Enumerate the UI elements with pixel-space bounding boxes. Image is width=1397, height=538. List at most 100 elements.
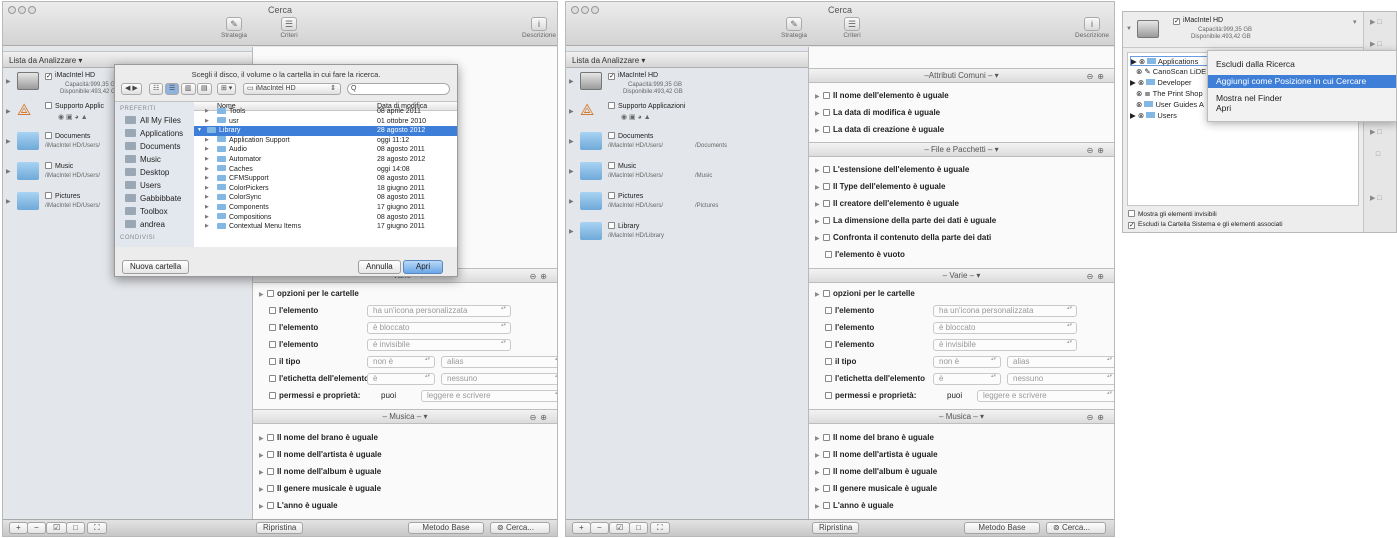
finder-button[interactable]: ⛶: [650, 522, 670, 534]
file-row[interactable]: ▶ Compositions 08 agosto 2011: [194, 213, 457, 223]
label-row[interactable]: l'etichetta dell'elementoènessuno: [269, 372, 557, 386]
check-button[interactable]: ☑: [609, 522, 631, 534]
strategy-button[interactable]: ✎ Strategia: [779, 17, 809, 39]
disclosure-triangle-icon[interactable]: ▶: [6, 78, 11, 85]
location-popup[interactable]: ▭ iMacIntel HD ⇕: [243, 83, 341, 95]
support-checkbox[interactable]: [608, 102, 615, 109]
disclosure-triangle-icon[interactable]: ▶: [6, 138, 11, 145]
remove-button[interactable]: −: [590, 522, 609, 534]
file-row[interactable]: ▶ CFMSupport 08 agosto 2011: [194, 174, 457, 184]
documents-item[interactable]: ▶ Documents /iMacIntel HD/Users//Documen…: [566, 128, 808, 158]
type-operator-popup[interactable]: non è: [367, 356, 435, 368]
library-checkbox[interactable]: [608, 222, 615, 229]
volume-item[interactable]: ▶ ✓ iMacIntel HD Capacità:999,35 GB Dispo…: [566, 68, 808, 98]
sidebar-item-desktop[interactable]: Desktop: [115, 166, 194, 179]
disclosure-triangle-icon[interactable]: ▶: [569, 168, 574, 175]
common-row[interactable]: ▶ La data di creazione è uguale: [815, 123, 944, 137]
common-row[interactable]: ▶ La data di modifica è uguale: [815, 106, 940, 120]
pictures-item[interactable]: ▶ Pictures /iMacIntel HD/Users//Pictures: [566, 188, 808, 218]
sidebar-item-documents[interactable]: Documents: [115, 140, 194, 153]
volume-checkbox[interactable]: ✓: [608, 73, 615, 80]
tree-item[interactable]: ⊗ ✎ CanoScan LiDE: [1136, 67, 1206, 77]
file-row[interactable]: l'elemento è vuoto: [825, 248, 905, 262]
add-remove-icon[interactable]: ⊖⊕: [530, 411, 551, 424]
description-button[interactable]: i Descrizione: [1072, 17, 1112, 39]
exclude-system-option[interactable]: ✓ Escludi la Cartella Sistema e gli eleme…: [1128, 221, 1283, 229]
disclosure-triangle-icon[interactable]: ▶: [569, 108, 574, 115]
method-button[interactable]: Metodo Base: [408, 522, 484, 534]
file-row[interactable]: ▶ Components 17 giugno 2011: [194, 203, 457, 213]
volume-item[interactable]: ▼ ✓ iMacIntel HD Capacità:999,35 GB Dispo…: [1123, 12, 1396, 48]
tree-item[interactable]: ▶ ⊗ Developer: [1130, 78, 1192, 88]
music-row[interactable]: ▶ Il nome del brano è uguale: [815, 431, 934, 445]
criteria-button[interactable]: ☰ Criteri: [274, 17, 304, 39]
sidebar-item-toolbox[interactable]: Toolbox: [115, 205, 194, 218]
sidebar-item-music[interactable]: Music: [115, 153, 194, 166]
file-row[interactable]: ▶ ColorSync 08 agosto 2011: [194, 193, 457, 203]
check-button[interactable]: ☑: [46, 522, 68, 534]
common-row[interactable]: ▶ Il nome dell'elemento è uguale: [815, 89, 949, 103]
volume-checkbox[interactable]: ✓: [45, 73, 52, 80]
music-section-header[interactable]: – Musica – ▾ ⊖⊕: [809, 409, 1114, 424]
music-row[interactable]: ▶ Il nome dell'album è uguale: [815, 465, 937, 479]
music-section-header[interactable]: – Musica – ▾ ⊖⊕: [253, 409, 557, 424]
add-remove-icon[interactable]: ⊖⊕: [530, 270, 551, 283]
tree-item-applications[interactable]: ▶ ⊗ Applications: [1130, 56, 1210, 66]
new-folder-button[interactable]: Nuova cartella: [122, 260, 190, 274]
music-row[interactable]: ▶ Il nome dell'artista è uguale: [259, 448, 382, 462]
music-row[interactable]: ▶ L'anno è uguale: [259, 499, 338, 513]
music-row[interactable]: ▶ L'anno è uguale: [815, 499, 894, 513]
tree-item[interactable]: ⊗ User Guides A: [1136, 100, 1204, 110]
support-item[interactable]: ▶ ⟁ Supporto Applicazioni ◉ ▣ ◕ ▲: [566, 98, 808, 128]
reset-button[interactable]: Ripristina: [256, 522, 304, 534]
label-row[interactable]: l'etichetta dell'elementoènessuno: [825, 372, 1114, 386]
file-row[interactable]: ▶ ColorPickers 18 giugno 2011: [194, 184, 457, 194]
locked-row[interactable]: l'elemento è bloccato: [825, 321, 1077, 335]
back-forward-buttons[interactable]: ◀ ▶: [121, 83, 142, 95]
file-row[interactable]: ▶ Automator 28 agosto 2012: [194, 155, 457, 165]
column-view-button[interactable]: ▥: [181, 83, 196, 95]
add-remove-icon[interactable]: ⊖⊕: [1087, 411, 1108, 424]
folder-options-row[interactable]: ▶ opzioni per le cartelle: [259, 287, 359, 301]
label-value-popup[interactable]: nessuno: [441, 373, 557, 385]
search-button[interactable]: ⊚ Cerca...: [490, 522, 550, 534]
file-row[interactable]: ▶ usr 01 ottobre 2010: [194, 117, 457, 127]
arrange-button[interactable]: ⊞ ▾: [217, 83, 237, 95]
criteria-button[interactable]: ☰ Criteri: [837, 17, 867, 39]
misc-section-header[interactable]: – Varie – ▾⊖⊕: [809, 268, 1114, 283]
description-button[interactable]: i Descrizione: [519, 17, 557, 39]
sidebar-item-applications[interactable]: Applications: [115, 127, 194, 140]
custom-icon-row[interactable]: l'elemento ha un'icona personalizzata: [825, 304, 1077, 318]
file-row-selected[interactable]: ▼ Library 28 agosto 2012: [194, 126, 457, 136]
permissions-popup[interactable]: leggere e scrivere: [421, 390, 557, 402]
disclosure-triangle-icon[interactable]: ▶: [6, 198, 11, 205]
pictures-checkbox[interactable]: [45, 192, 52, 199]
method-button[interactable]: Metodo Base: [964, 522, 1040, 534]
sidebar-item-all-files[interactable]: All My Files: [115, 114, 194, 127]
library-item[interactable]: ▶ Library /iMacIntel HD/Library: [566, 218, 808, 248]
popup-arrow-icon[interactable]: ▾: [1353, 18, 1357, 26]
locked-popup[interactable]: è bloccato: [367, 322, 511, 334]
file-row[interactable]: ▶ Il Type dell'elemento è uguale: [815, 180, 945, 194]
file-row[interactable]: ▶ Caches oggi 14:08: [194, 165, 457, 175]
music-row[interactable]: ▶ Il nome del brano è uguale: [259, 431, 378, 445]
file-row[interactable]: ▶ Application Support oggi 11:12: [194, 136, 457, 146]
disclosure-triangle-icon[interactable]: ▶: [569, 228, 574, 235]
sidebar-item-gabbibbate[interactable]: Gabbibbate: [115, 192, 194, 205]
type-row[interactable]: il tiponon èalias: [269, 355, 557, 369]
disclosure-triangle-icon[interactable]: ▶: [569, 198, 574, 205]
box-button[interactable]: □: [66, 522, 85, 534]
invisible-row[interactable]: l'elemento è invisibile: [825, 338, 1077, 352]
type-row[interactable]: il tiponon èalias: [825, 355, 1114, 369]
file-row[interactable]: ▶ L'estensione dell'elemento è uguale: [815, 163, 969, 177]
permissions-row[interactable]: permessi e proprietà: puoi leggere e scriv…: [825, 389, 1114, 403]
music-row[interactable]: ▶ Il nome dell'artista è uguale: [815, 448, 938, 462]
search-field[interactable]: Q: [347, 83, 450, 95]
cancel-button[interactable]: Annulla: [358, 260, 401, 274]
disclosure-triangle-icon[interactable]: ▶: [6, 168, 11, 175]
add-remove-icon[interactable]: ⊖⊕: [1087, 70, 1108, 83]
invisible-row[interactable]: l'elemento è invisibile: [269, 338, 511, 352]
open-button[interactable]: Apri: [403, 260, 443, 274]
music-row[interactable]: ▶ Il genere musicale è uguale: [259, 482, 381, 496]
music-checkbox[interactable]: [45, 162, 52, 169]
